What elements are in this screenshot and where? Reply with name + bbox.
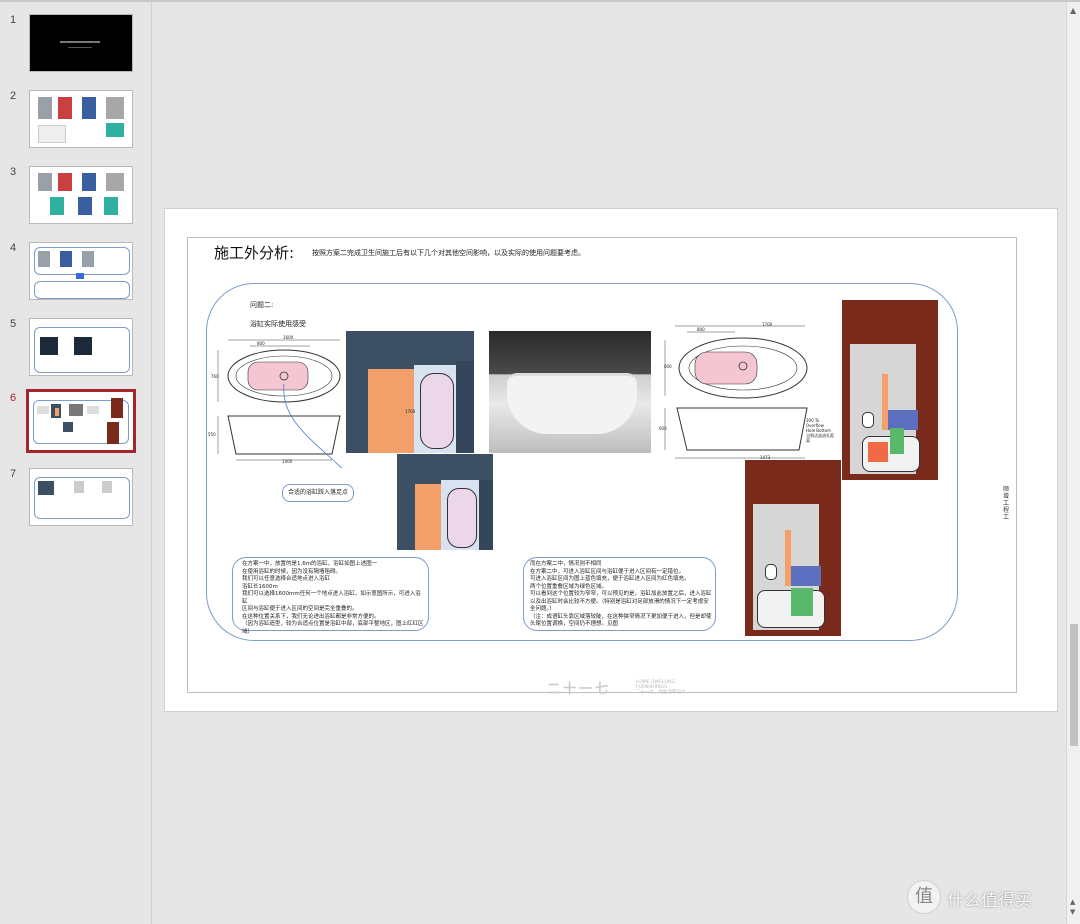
question-label[interactable]: 问题二: xyxy=(250,300,273,310)
slide-thumbnail-7[interactable] xyxy=(29,468,133,526)
overflow-note: 300 To Overflow Hole Bottom 当到达溢流孔距离 xyxy=(806,418,834,443)
bathtub-drawing-right xyxy=(664,325,808,459)
thumbnail-row-6[interactable]: 6 xyxy=(0,389,151,454)
slide-thumbnail-3[interactable] xyxy=(29,166,133,224)
watermark-logo-icon: 值 xyxy=(907,880,941,914)
bathroom-plan-2 xyxy=(397,454,493,550)
thumbnail-row-4[interactable]: 4 xyxy=(0,242,151,304)
slide-subtitle[interactable]: 按照方案二完成卫生间施工后有以下几个对其他空间影响，以及实际的使用问题要考虑。 xyxy=(312,248,585,258)
dim-right-side: 600 xyxy=(664,364,672,369)
thumbnail-number: 4 xyxy=(10,242,17,254)
scrollbar-thumb[interactable] xyxy=(1070,624,1078,746)
slide-thumbnail-6-selected[interactable] xyxy=(26,389,136,453)
thumbnail-row-7[interactable]: 7 xyxy=(0,468,151,530)
vertical-side-text: 顺增工程工 xyxy=(1003,486,1010,521)
thumbnail-row-2[interactable]: 2 xyxy=(0,90,151,152)
note-text-left[interactable]: 在方案一中，放置的是1.6m的浴缸，浴缸如图上述图一 在使用浴缸的时候，因为没有… xyxy=(242,561,424,636)
slide-thumbnail-1[interactable] xyxy=(29,14,133,72)
slide-thumbnail-5[interactable] xyxy=(29,318,133,376)
dim-plan: 1700 xyxy=(405,409,416,414)
vertical-scrollbar[interactable]: ▲ ▲ ▼ xyxy=(1066,2,1080,924)
thumbnail-number: 5 xyxy=(10,318,17,330)
thumbnail-number: 7 xyxy=(10,468,17,480)
thumbnail-number: 2 xyxy=(10,90,17,102)
slide-thumbnail-4[interactable] xyxy=(29,242,133,300)
next-slide-icon[interactable]: ▼ xyxy=(1070,908,1075,916)
footer-logo: 二十一七 xyxy=(547,682,612,697)
thumbnail-number: 3 xyxy=(10,166,17,178)
dim-right-top: 1700 xyxy=(762,322,773,327)
thumbnail-row-1[interactable]: 1 xyxy=(0,14,151,76)
bathroom-plan-1 xyxy=(346,331,474,453)
dim-left-top: 1600 xyxy=(283,335,294,340)
slide-title[interactable]: 施工外分析: xyxy=(214,242,294,263)
dim-right-side2: 600 xyxy=(659,426,667,431)
dim-right-inner: 800 xyxy=(697,327,705,332)
previous-slide-icon[interactable]: ▲ xyxy=(1070,898,1075,906)
slide-thumbnail-pane[interactable]: 1 2 3 4 5 6 7 xyxy=(0,2,152,924)
thumbnail-number: 1 xyxy=(10,14,17,26)
thumbnail-number: 6 xyxy=(10,392,17,404)
thumbnail-preview xyxy=(30,15,132,71)
slide-thumbnail-2[interactable] xyxy=(29,90,133,148)
footer-logo-subtitle: HOME DWELLING FURNISHINGS 二十一七，为生活而设计 xyxy=(636,680,686,695)
thumbnail-row-3[interactable]: 3 xyxy=(0,166,151,228)
thumbnail-row-5[interactable]: 5 xyxy=(0,318,151,380)
question-title[interactable]: 浴缸实际使用感受 xyxy=(250,319,306,329)
bathtub-drawing-left xyxy=(217,339,343,468)
note-text-right[interactable]: 而在方案二中，情况则不相同 在方案二中，可进入浴缸区间与浴缸便于进入区间有一定错… xyxy=(530,561,712,629)
scroll-up-arrow-icon[interactable]: ▲ xyxy=(1070,6,1076,15)
watermark-text: 什么值得买 xyxy=(947,891,1032,911)
floor-plan-upper xyxy=(842,300,938,480)
bathtub-photo xyxy=(489,331,651,453)
dim-left-side2: 550 xyxy=(208,432,216,437)
dim-left-inner: 800 xyxy=(257,341,265,346)
floor-plan-lower xyxy=(745,460,841,636)
dim-left-side: 760 xyxy=(211,374,219,379)
entry-point-label[interactable]: 合适的浴缸踩入落足点 xyxy=(282,484,354,502)
dim-left-bottom: 1400 xyxy=(282,459,293,464)
